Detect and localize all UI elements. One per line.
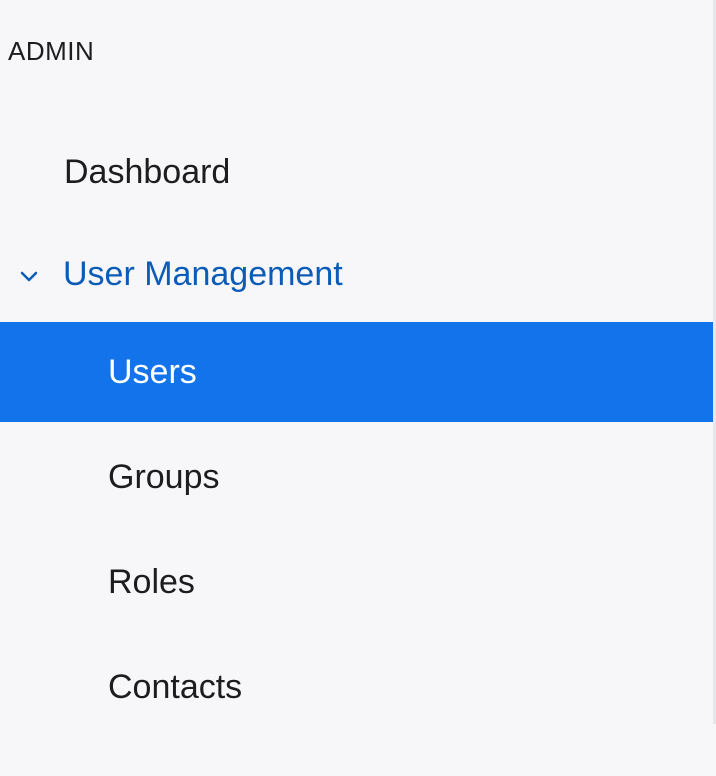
sidebar-item-user-management[interactable]: User Management (0, 224, 713, 324)
sidebar-item-roles[interactable]: Roles (0, 532, 713, 632)
chevron-down-icon (16, 260, 42, 286)
sidebar-item-label: User Management (63, 254, 343, 293)
sidebar-item-groups[interactable]: Groups (0, 427, 713, 527)
sidebar-item-label: Contacts (108, 667, 243, 706)
sidebar-item-label: Dashboard (64, 152, 231, 191)
sidebar-item-dashboard[interactable]: Dashboard (0, 122, 713, 222)
sidebar-item-label: Groups (108, 457, 220, 496)
sidebar-item-contacts[interactable]: Contacts (0, 637, 713, 737)
sidebar-item-label: Roles (108, 562, 195, 601)
sidebar-item-users[interactable]: Users (0, 322, 713, 422)
sidebar-section-title: ADMIN (8, 36, 95, 66)
sidebar-navigation: ADMIN Dashboard User Management Users Gr… (0, 0, 716, 776)
sidebar-item-label: Users (108, 352, 197, 391)
